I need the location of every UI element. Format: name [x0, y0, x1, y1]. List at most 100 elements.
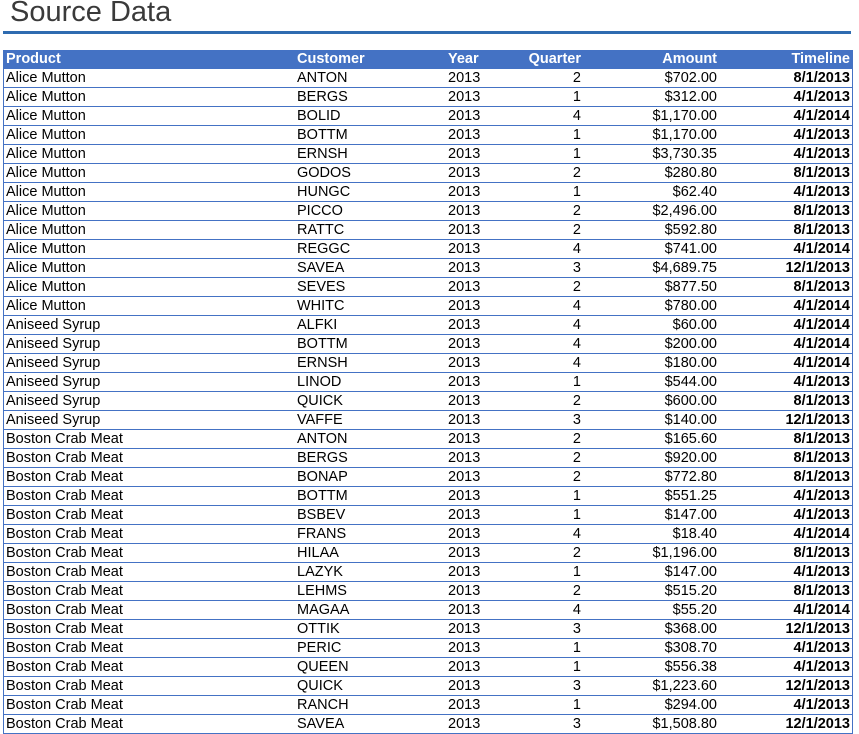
table-row[interactable]: Boston Crab Meat BOTTM 2013 1 $551.25 4/1/201…	[4, 487, 852, 506]
cell-amount[interactable]: $1,196.00	[652, 545, 717, 562]
cell-customer[interactable]: PERIC	[297, 640, 341, 657]
cell-timeline[interactable]: 4/1/2013	[794, 184, 850, 201]
cell-customer[interactable]: RANCH	[297, 697, 349, 714]
cell-quarter[interactable]: 4	[573, 526, 581, 543]
cell-year[interactable]: 2013	[448, 70, 480, 87]
cell-quarter[interactable]: 3	[573, 716, 581, 733]
cell-timeline[interactable]: 12/1/2013	[785, 716, 850, 733]
cell-year[interactable]: 2013	[448, 697, 480, 714]
cell-quarter[interactable]: 4	[573, 355, 581, 372]
cell-customer[interactable]: BOTTM	[297, 488, 348, 505]
cell-amount[interactable]: $772.80	[665, 469, 717, 486]
cell-timeline[interactable]: 4/1/2013	[794, 374, 850, 391]
cell-product[interactable]: Alice Mutton	[6, 298, 86, 315]
table-row[interactable]: Boston Crab Meat ANTON 2013 2 $165.60 8/1/201…	[4, 430, 852, 449]
table-row[interactable]: Aniseed Syrup VAFFE 2013 3 $140.00 12/1/2013	[4, 411, 852, 430]
cell-timeline[interactable]: 8/1/2013	[794, 545, 850, 562]
table-row[interactable]: Boston Crab Meat OTTIK 2013 3 $368.00 12/1/20…	[4, 620, 852, 639]
cell-customer[interactable]: BSBEV	[297, 507, 345, 524]
cell-amount[interactable]: $1,508.80	[652, 716, 717, 733]
cell-timeline[interactable]: 4/1/2014	[794, 526, 850, 543]
cell-quarter[interactable]: 1	[573, 659, 581, 676]
header-customer[interactable]: Customer	[297, 51, 365, 68]
cell-amount[interactable]: $200.00	[665, 336, 717, 353]
cell-year[interactable]: 2013	[448, 450, 480, 467]
cell-timeline[interactable]: 4/1/2013	[794, 89, 850, 106]
cell-year[interactable]: 2013	[448, 374, 480, 391]
cell-amount[interactable]: $515.20	[665, 583, 717, 600]
cell-product[interactable]: Alice Mutton	[6, 108, 86, 125]
cell-quarter[interactable]: 4	[573, 298, 581, 315]
cell-quarter[interactable]: 1	[573, 640, 581, 657]
cell-timeline[interactable]: 8/1/2013	[794, 165, 850, 182]
cell-product[interactable]: Boston Crab Meat	[6, 545, 123, 562]
cell-year[interactable]: 2013	[448, 640, 480, 657]
cell-amount[interactable]: $55.20	[673, 602, 717, 619]
cell-product[interactable]: Alice Mutton	[6, 241, 86, 258]
header-amount[interactable]: Amount	[662, 51, 717, 68]
cell-product[interactable]: Boston Crab Meat	[6, 659, 123, 676]
cell-quarter[interactable]: 1	[573, 89, 581, 106]
cell-amount[interactable]: $556.38	[665, 659, 717, 676]
cell-amount[interactable]: $1,170.00	[652, 127, 717, 144]
table-row[interactable]: Boston Crab Meat MAGAA 2013 4 $55.20 4/1/2014	[4, 601, 852, 620]
cell-year[interactable]: 2013	[448, 393, 480, 410]
cell-quarter[interactable]: 1	[573, 488, 581, 505]
cell-year[interactable]: 2013	[448, 507, 480, 524]
cell-amount[interactable]: $140.00	[665, 412, 717, 429]
table-row[interactable]: Alice Mutton ERNSH 2013 1 $3,730.35 4/1/2013	[4, 145, 852, 164]
cell-quarter[interactable]: 1	[573, 146, 581, 163]
table-row[interactable]: Boston Crab Meat RANCH 2013 1 $294.00 4/1/201…	[4, 696, 852, 715]
cell-timeline[interactable]: 4/1/2014	[794, 602, 850, 619]
cell-customer[interactable]: RATTC	[297, 222, 344, 239]
table-row[interactable]: Boston Crab Meat HILAA 2013 2 $1,196.00 8/1/2…	[4, 544, 852, 563]
table-row[interactable]: Alice Mutton BERGS 2013 1 $312.00 4/1/2013	[4, 88, 852, 107]
cell-quarter[interactable]: 3	[573, 678, 581, 695]
cell-year[interactable]: 2013	[448, 260, 480, 277]
cell-amount[interactable]: $1,170.00	[652, 108, 717, 125]
cell-timeline[interactable]: 4/1/2013	[794, 488, 850, 505]
table-row[interactable]: Alice Mutton SEVES 2013 2 $877.50 8/1/2013	[4, 278, 852, 297]
cell-product[interactable]: Alice Mutton	[6, 203, 86, 220]
table-row[interactable]: Alice Mutton PICCO 2013 2 $2,496.00 8/1/2013	[4, 202, 852, 221]
cell-quarter[interactable]: 3	[573, 412, 581, 429]
cell-product[interactable]: Boston Crab Meat	[6, 564, 123, 581]
cell-year[interactable]: 2013	[448, 89, 480, 106]
cell-customer[interactable]: VAFFE	[297, 412, 343, 429]
cell-product[interactable]: Boston Crab Meat	[6, 640, 123, 657]
cell-timeline[interactable]: 12/1/2013	[785, 260, 850, 277]
cell-amount[interactable]: $920.00	[665, 450, 717, 467]
cell-year[interactable]: 2013	[448, 469, 480, 486]
cell-product[interactable]: Alice Mutton	[6, 279, 86, 296]
cell-customer[interactable]: LINOD	[297, 374, 341, 391]
cell-year[interactable]: 2013	[448, 203, 480, 220]
cell-product[interactable]: Alice Mutton	[6, 70, 86, 87]
cell-quarter[interactable]: 2	[573, 545, 581, 562]
table-row[interactable]: Alice Mutton HUNGC 2013 1 $62.40 4/1/2013	[4, 183, 852, 202]
cell-amount[interactable]: $18.40	[673, 526, 717, 543]
table-row[interactable]: Boston Crab Meat PERIC 2013 1 $308.70 4/1/201…	[4, 639, 852, 658]
cell-customer[interactable]: MAGAA	[297, 602, 349, 619]
cell-timeline[interactable]: 8/1/2013	[794, 203, 850, 220]
table-row[interactable]: Alice Mutton BOTTM 2013 1 $1,170.00 4/1/2013	[4, 126, 852, 145]
cell-timeline[interactable]: 4/1/2014	[794, 298, 850, 315]
cell-customer[interactable]: PICCO	[297, 203, 343, 220]
cell-timeline[interactable]: 4/1/2014	[794, 336, 850, 353]
cell-amount[interactable]: $147.00	[665, 564, 717, 581]
table-row[interactable]: Boston Crab Meat LEHMS 2013 2 $515.20 8/1/201…	[4, 582, 852, 601]
header-quarter[interactable]: Quarter	[529, 51, 581, 68]
cell-timeline[interactable]: 12/1/2013	[785, 412, 850, 429]
cell-customer[interactable]: FRANS	[297, 526, 346, 543]
cell-quarter[interactable]: 4	[573, 336, 581, 353]
cell-customer[interactable]: LAZYK	[297, 564, 343, 581]
cell-year[interactable]: 2013	[448, 355, 480, 372]
table-row[interactable]: Aniseed Syrup ERNSH 2013 4 $180.00 4/1/2014	[4, 354, 852, 373]
cell-amount[interactable]: $147.00	[665, 507, 717, 524]
table-row[interactable]: Boston Crab Meat QUICK 2013 3 $1,223.60 12/1/…	[4, 677, 852, 696]
cell-year[interactable]: 2013	[448, 545, 480, 562]
cell-timeline[interactable]: 12/1/2013	[785, 678, 850, 695]
cell-year[interactable]: 2013	[448, 602, 480, 619]
cell-quarter[interactable]: 3	[573, 260, 581, 277]
cell-customer[interactable]: QUICK	[297, 678, 343, 695]
cell-timeline[interactable]: 8/1/2013	[794, 583, 850, 600]
